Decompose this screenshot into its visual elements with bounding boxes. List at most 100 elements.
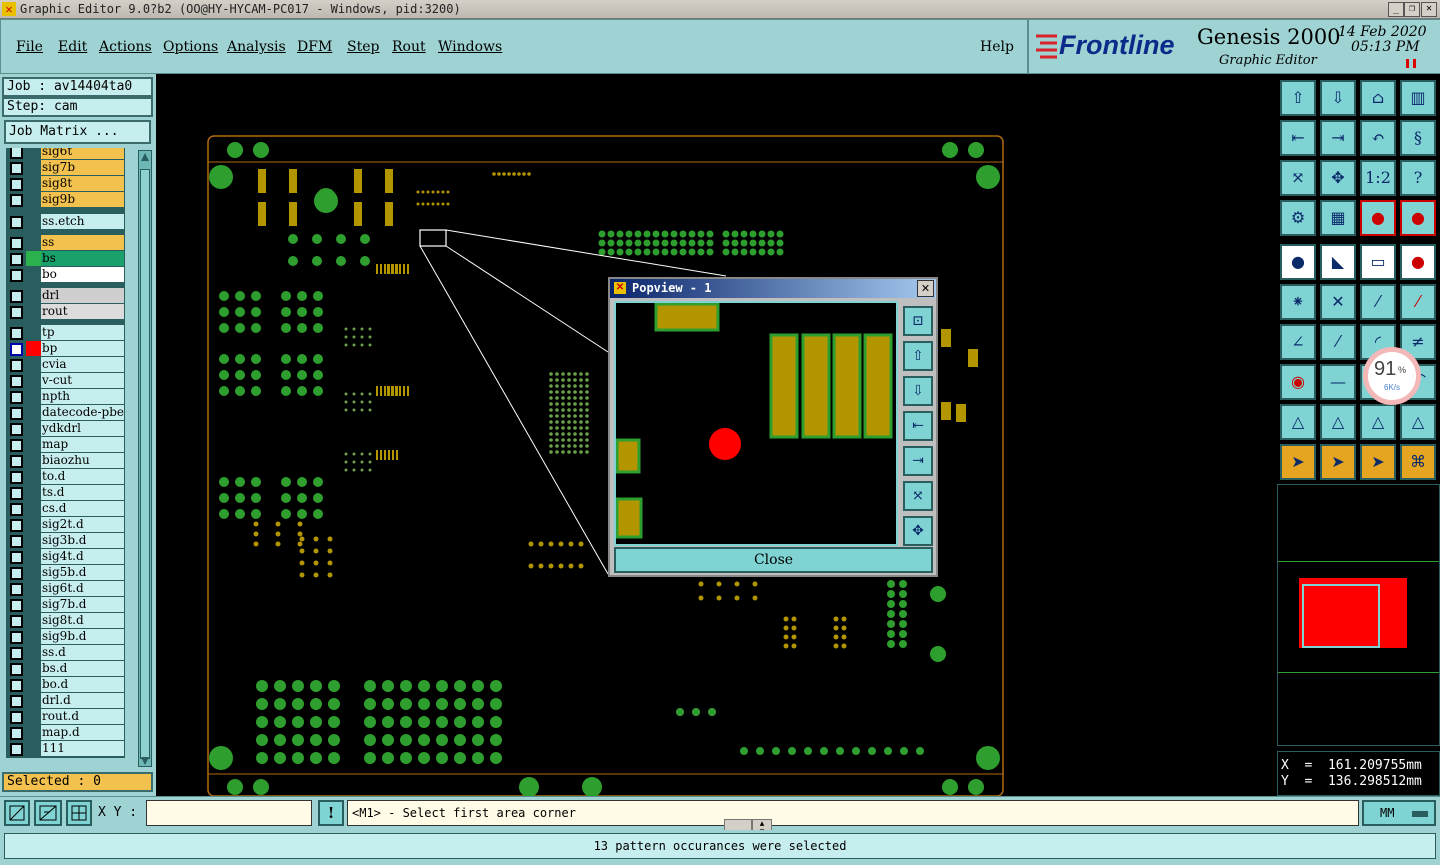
layer-row-ss.d[interactable]: ss.d bbox=[7, 645, 124, 660]
maximize-button[interactable]: ❐ bbox=[1404, 2, 1420, 17]
layer-color-swatch[interactable] bbox=[26, 160, 41, 175]
layer-row-ss.etch[interactable]: ss.etch bbox=[7, 214, 124, 229]
layer-checkbox[interactable] bbox=[10, 359, 23, 372]
popview-close-icon[interactable]: ✕ bbox=[917, 280, 934, 297]
hline-icon[interactable]: — bbox=[1320, 364, 1356, 400]
layer-name[interactable]: rout bbox=[41, 304, 124, 319]
layer-color-swatch[interactable] bbox=[26, 405, 41, 420]
layers-red-icon[interactable]: ● bbox=[1360, 200, 1396, 236]
layer-color-swatch[interactable] bbox=[26, 629, 41, 644]
layer-color-swatch[interactable] bbox=[26, 517, 41, 532]
layer-row-sig7b[interactable]: sig7b bbox=[7, 160, 124, 175]
layer-checkbox[interactable] bbox=[10, 471, 23, 484]
menu-step[interactable]: Step bbox=[347, 39, 379, 55]
popview-down-icon[interactable]: ⇩ bbox=[903, 376, 933, 406]
move-point-icon[interactable]: ⁄ bbox=[1360, 284, 1396, 320]
layer-color-swatch[interactable] bbox=[26, 357, 41, 372]
layer-row-drl[interactable]: drl bbox=[7, 288, 124, 303]
layer-checkbox[interactable] bbox=[10, 647, 23, 660]
layer-checkbox[interactable] bbox=[10, 162, 23, 175]
overview-viewport[interactable] bbox=[1302, 584, 1380, 648]
layers-red2-icon[interactable]: ● bbox=[1400, 200, 1436, 236]
layer-row-map[interactable]: map bbox=[7, 437, 124, 452]
layer-row-sig6t.d[interactable]: sig6t.d bbox=[7, 581, 124, 596]
layer-row-ss[interactable]: ss bbox=[7, 235, 124, 250]
layer-name[interactable]: sig7b bbox=[41, 160, 124, 175]
layer-color-swatch[interactable] bbox=[26, 251, 41, 266]
layer-row-ydkdrl[interactable]: ydkdrl bbox=[7, 421, 124, 436]
layer-row-111[interactable]: 111 bbox=[7, 741, 124, 756]
layer-name[interactable]: drl bbox=[41, 288, 124, 303]
popview-center-icon[interactable]: ✥ bbox=[903, 516, 933, 546]
layer-color-swatch[interactable] bbox=[26, 469, 41, 484]
layer-name[interactable]: sig2t.d bbox=[41, 517, 124, 532]
layer-row-tp[interactable]: tp bbox=[7, 325, 124, 340]
pointer-dark-icon[interactable]: ➤ bbox=[1360, 444, 1396, 480]
layer-name[interactable]: to.d bbox=[41, 469, 124, 484]
layer-name[interactable]: 111 bbox=[41, 741, 124, 756]
layer-name[interactable]: bo.d bbox=[41, 677, 124, 692]
layer-checkbox[interactable] bbox=[10, 194, 23, 207]
dot-icon[interactable]: ● bbox=[1400, 244, 1436, 280]
menu-help[interactable]: Help bbox=[980, 39, 1014, 55]
net-select-icon[interactable]: ⌘ bbox=[1400, 444, 1436, 480]
layer-checkbox[interactable] bbox=[10, 583, 23, 596]
undo-icon[interactable]: ↶ bbox=[1360, 120, 1396, 156]
layer-row-sig5b.d[interactable]: sig5b.d bbox=[7, 565, 124, 580]
menu-analysis[interactable]: Analysis bbox=[227, 39, 286, 55]
layer-checkbox[interactable] bbox=[10, 237, 23, 250]
layer-color-swatch[interactable] bbox=[26, 661, 41, 676]
popview-zoom-icon[interactable]: ⊡ bbox=[903, 306, 933, 336]
layer-color-swatch[interactable] bbox=[26, 214, 41, 229]
layer-color-swatch[interactable] bbox=[26, 288, 41, 303]
layer-row-sig3b.d[interactable]: sig3b.d bbox=[7, 533, 124, 548]
layer-name[interactable]: sig6t.d bbox=[41, 581, 124, 596]
layer-checkbox[interactable] bbox=[10, 695, 23, 708]
cross-icon[interactable]: ✕ bbox=[1320, 284, 1356, 320]
layer-color-swatch[interactable] bbox=[26, 709, 41, 724]
layer-checkbox[interactable] bbox=[10, 535, 23, 548]
layer-name[interactable]: cvia bbox=[41, 357, 124, 372]
layer-color-swatch[interactable] bbox=[26, 176, 41, 191]
units-select[interactable]: MM bbox=[1362, 800, 1436, 826]
ruler-icon[interactable]: ▭ bbox=[1360, 244, 1396, 280]
alert-icon[interactable]: ! bbox=[318, 800, 344, 826]
popview-up-icon[interactable]: ⇧ bbox=[903, 341, 933, 371]
close-window-button[interactable]: ✕ bbox=[1421, 2, 1437, 17]
layer-row-drl.d[interactable]: drl.d bbox=[7, 693, 124, 708]
network-speed-widget[interactable]: 91 % 6K/s bbox=[1363, 347, 1421, 405]
layer-checkbox[interactable] bbox=[10, 711, 23, 724]
job-matrix-button[interactable]: Job Matrix ... bbox=[4, 120, 151, 144]
layer-name[interactable]: ss.etch bbox=[41, 214, 124, 229]
layer-color-swatch[interactable] bbox=[26, 148, 41, 159]
connect-icon[interactable]: ⁕ bbox=[1280, 284, 1316, 320]
layer-color-swatch[interactable] bbox=[26, 677, 41, 692]
layer-row-bp[interactable]: bp bbox=[7, 341, 124, 356]
layer-name[interactable]: sig9b bbox=[41, 192, 124, 207]
layer-row-cvia[interactable]: cvia bbox=[7, 357, 124, 372]
tri-red-icon[interactable]: △ bbox=[1360, 404, 1396, 440]
layer-color-swatch[interactable] bbox=[26, 389, 41, 404]
layer-color-swatch[interactable] bbox=[26, 693, 41, 708]
layer-row-sig4t.d[interactable]: sig4t.d bbox=[7, 549, 124, 564]
layer-name[interactable]: v-cut bbox=[41, 373, 124, 388]
layer-name[interactable]: bs bbox=[41, 251, 124, 266]
layer-row-ts.d[interactable]: ts.d bbox=[7, 485, 124, 500]
settings-icon[interactable]: ⚙ bbox=[1280, 200, 1316, 236]
layer-name[interactable]: biaozhu bbox=[41, 453, 124, 468]
layer-checkbox[interactable] bbox=[10, 503, 23, 516]
layer-color-swatch[interactable] bbox=[26, 485, 41, 500]
layer-checkbox[interactable] bbox=[10, 551, 23, 564]
layer-checkbox[interactable] bbox=[10, 743, 23, 756]
layer-checkbox[interactable] bbox=[10, 567, 23, 580]
layer-color-swatch[interactable] bbox=[26, 437, 41, 452]
layer-color-swatch[interactable] bbox=[26, 597, 41, 612]
layer-name[interactable]: sig3b.d bbox=[41, 533, 124, 548]
layer-checkbox[interactable] bbox=[10, 631, 23, 644]
layer-checkbox[interactable] bbox=[10, 727, 23, 740]
layer-row-to.d[interactable]: to.d bbox=[7, 469, 124, 484]
add-point-icon[interactable]: ⁄ bbox=[1400, 284, 1436, 320]
layer-checkbox[interactable] bbox=[10, 663, 23, 676]
layer-row-sig2t.d[interactable]: sig2t.d bbox=[7, 517, 124, 532]
menu-rout[interactable]: Rout bbox=[392, 39, 426, 55]
